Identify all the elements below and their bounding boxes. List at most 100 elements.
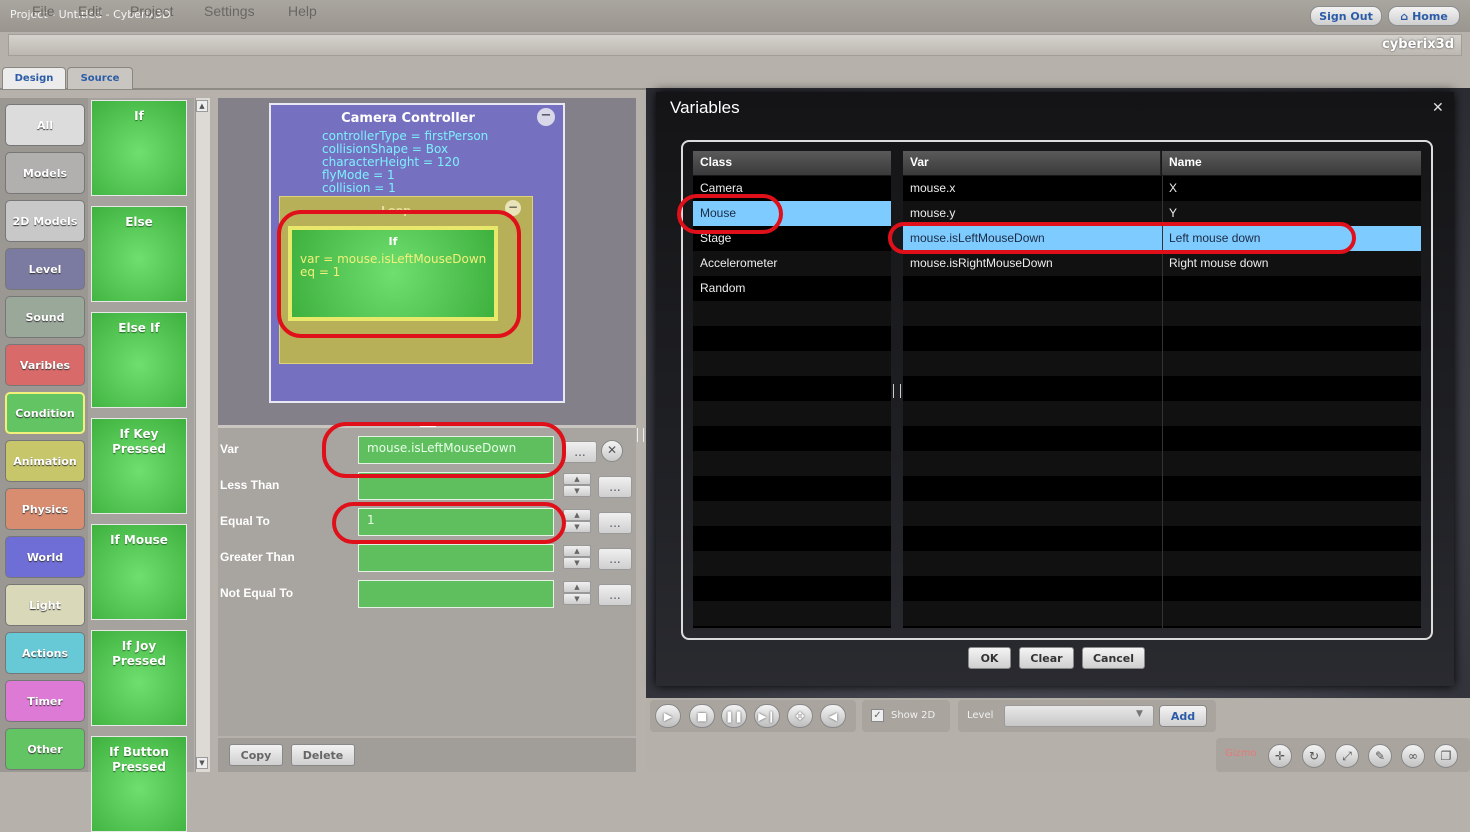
move-gizmo-icon[interactable]: ✛ xyxy=(1268,744,1292,768)
sound-icon[interactable]: ◀ xyxy=(820,704,846,728)
collapse-camera-icon[interactable]: − xyxy=(537,108,555,126)
gizmo-label: Gizmo xyxy=(1225,748,1257,759)
palette-block-if[interactable]: If xyxy=(91,100,187,196)
highlight-ring-mouse-class xyxy=(677,194,783,234)
rotate-gizmo-icon[interactable]: ↻ xyxy=(1302,744,1326,768)
skip-forward-icon[interactable]: ▶❙ xyxy=(754,704,780,728)
category-all[interactable]: All xyxy=(5,104,85,146)
menu-bar xyxy=(8,34,1462,56)
clear-button[interactable]: Clear xyxy=(1019,647,1074,669)
greater-than-browse-button[interactable]: ... xyxy=(598,548,632,570)
sign-out-button[interactable]: Sign Out xyxy=(1310,6,1382,26)
palette-scroll-down-icon[interactable]: ▼ xyxy=(196,757,208,769)
dialog-close-icon[interactable]: ✕ xyxy=(1432,100,1444,116)
not-equal-to-field[interactable] xyxy=(358,580,554,608)
scale-gizmo-icon[interactable]: ⤢ xyxy=(1335,744,1359,768)
column-resize-grip-icon[interactable] xyxy=(893,384,901,398)
var-browse-button[interactable]: ... xyxy=(563,441,597,463)
category-physics[interactable]: Physics xyxy=(5,488,85,530)
palette-block-else-if[interactable]: Else If xyxy=(91,312,187,408)
palette-block-if-key-pressed[interactable]: If Key Pressed xyxy=(91,418,187,514)
ok-button[interactable]: OK xyxy=(968,647,1011,669)
category-other[interactable]: Other xyxy=(5,728,85,770)
greater-than-stepper[interactable]: ▲ ▼ xyxy=(563,545,591,571)
category-world[interactable]: World xyxy=(5,536,85,578)
tab-design[interactable]: Design xyxy=(2,67,66,89)
chevron-down-icon[interactable]: ▼ xyxy=(1136,709,1143,719)
less-than-browse-button[interactable]: ... xyxy=(598,476,632,498)
palette-block-if-button-pressed[interactable]: If Button Pressed xyxy=(91,736,187,832)
category-timer[interactable]: Timer xyxy=(5,680,85,722)
link-icon[interactable]: ∞ xyxy=(1401,744,1425,768)
less-than-stepper[interactable]: ▲ ▼ xyxy=(563,473,591,499)
name-cell: X xyxy=(1169,181,1178,195)
menu-file[interactable]: File xyxy=(32,3,55,19)
menu-settings[interactable]: Settings xyxy=(204,3,255,19)
var-cell: mouse.isRightMouseDown xyxy=(910,256,1053,270)
class-column-header: Class xyxy=(693,151,891,175)
palette-block-if-joy-pressed[interactable]: If Joy Pressed xyxy=(91,630,187,726)
highlight-ring-equal-field xyxy=(332,502,566,544)
not-equal-to-stepper[interactable]: ▲ ▼ xyxy=(563,581,591,607)
home-button-label: Home xyxy=(1412,9,1448,23)
brand-logo: cyberix3d xyxy=(1382,37,1454,52)
tab-source[interactable]: Source xyxy=(67,67,133,89)
var-label: Var xyxy=(220,442,239,456)
add-level-button[interactable]: Add xyxy=(1159,705,1207,727)
panel-resize-grip-icon[interactable] xyxy=(637,428,644,442)
menu-help[interactable]: Help xyxy=(288,3,317,19)
palette-block-if-mouse[interactable]: If Mouse xyxy=(91,524,187,620)
category-actions[interactable]: Actions xyxy=(5,632,85,674)
highlight-ring-left-mouse-row xyxy=(888,222,1356,254)
var-clear-icon[interactable]: ✕ xyxy=(601,440,623,462)
stop-icon[interactable]: ■ xyxy=(689,704,715,728)
equal-to-browse-button[interactable]: ... xyxy=(598,512,632,534)
highlight-ring-if-block xyxy=(277,210,521,338)
palette-scrollbar[interactable] xyxy=(195,98,210,772)
not-equal-to-label: Not Equal To xyxy=(220,586,294,600)
equal-to-label: Equal To xyxy=(220,514,270,528)
category-light[interactable]: Light xyxy=(5,584,85,626)
copy-button[interactable]: Copy xyxy=(229,744,283,766)
class-row-accelerometer[interactable]: Accelerometer xyxy=(693,251,891,276)
category-varibles[interactable]: Varibles xyxy=(5,344,85,386)
highlight-ring-var-field xyxy=(322,422,566,478)
category-models[interactable]: Models xyxy=(5,152,85,194)
camera-block-title: Camera Controller xyxy=(341,111,475,126)
home-icon: ⌂ xyxy=(1400,9,1409,23)
category-condition[interactable]: Condition xyxy=(5,392,85,434)
name-column-header: Name xyxy=(1162,151,1421,175)
greater-than-label: Greater Than xyxy=(220,550,295,564)
palette-block-else[interactable]: Else xyxy=(91,206,187,302)
var-cell: mouse.x xyxy=(910,181,956,195)
not-equal-to-browse-button[interactable]: ... xyxy=(598,584,632,606)
fullscreen-icon[interactable]: ✥ xyxy=(787,704,813,728)
home-button[interactable]: ⌂ Home xyxy=(1388,6,1460,26)
palette-scroll-up-icon[interactable]: ▲ xyxy=(196,100,208,112)
name-cell: Right mouse down xyxy=(1169,256,1269,270)
menu-project[interactable]: Project xyxy=(130,3,174,19)
cancel-button[interactable]: Cancel xyxy=(1082,647,1145,669)
show2d-checkbox[interactable]: ✓ xyxy=(871,709,884,722)
class-row-random[interactable]: Random xyxy=(693,276,891,301)
play-icon[interactable]: ▶ xyxy=(655,704,681,728)
class-list[interactable]: Camera Mouse Stage Accelerometer Random xyxy=(693,176,891,628)
category-2d-models[interactable]: 2D Models xyxy=(5,200,85,242)
equal-to-stepper[interactable]: ▲ ▼ xyxy=(563,509,591,535)
copy-icon[interactable]: ❐ xyxy=(1434,744,1458,768)
greater-than-field[interactable] xyxy=(358,544,554,572)
category-animation[interactable]: Animation xyxy=(5,440,85,482)
pause-icon[interactable]: ❚❚ xyxy=(721,704,747,728)
delete-button[interactable]: Delete xyxy=(291,744,355,766)
dialog-title: Variables xyxy=(670,98,740,117)
var-column-header: Var xyxy=(903,151,1161,175)
level-label: Level xyxy=(967,710,994,721)
category-level[interactable]: Level xyxy=(5,248,85,290)
category-sound[interactable]: Sound xyxy=(5,296,85,338)
level-select[interactable] xyxy=(1004,705,1154,727)
pencil-icon[interactable]: ✎ xyxy=(1368,744,1392,768)
less-than-label: Less Than xyxy=(220,478,280,492)
camera-prop: collision = 1 xyxy=(322,181,396,195)
menu-edit[interactable]: Edit xyxy=(78,3,102,19)
show2d-label: Show 2D xyxy=(891,710,936,721)
